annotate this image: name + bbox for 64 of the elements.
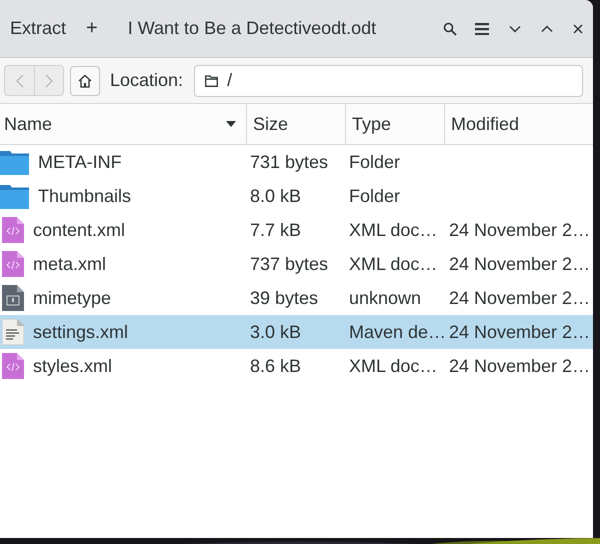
file-type: Folder <box>349 152 400 172</box>
column-label: Type <box>352 114 392 134</box>
file-name: mimetype <box>33 288 112 308</box>
file-name: Thumbnails <box>38 186 132 206</box>
file-size: 8.0 kB <box>250 186 302 206</box>
file-row[interactable]: settings.xml 3.0 kB Maven de… 24 November 2… <box>0 315 593 349</box>
column-header[interactable]: Size <box>247 104 346 144</box>
code-file-icon <box>2 217 24 243</box>
file-type: Maven de… <box>349 322 446 342</box>
file-row[interactable]: meta.xml 737 bytes XML doc… 24 November 2… <box>0 247 593 281</box>
file-name: meta.xml <box>33 254 106 274</box>
column-label: Size <box>253 114 288 134</box>
column-label: Name <box>4 114 52 134</box>
column-header[interactable]: Modified <box>445 104 593 144</box>
unknown-file-icon <box>2 285 24 311</box>
folder-icon <box>0 183 29 209</box>
modified-date: 24 November 2… <box>449 220 590 240</box>
maximize-icon[interactable] <box>541 24 553 32</box>
folder-icon <box>0 149 29 175</box>
file-row[interactable]: content.xml 7.7 kB XML doc… 24 November 2… <box>0 213 593 247</box>
file-row[interactable]: Thumbnails 8.0 kB Folder <box>0 179 593 213</box>
file-name: styles.xml <box>33 356 112 376</box>
text-file-icon <box>2 319 24 345</box>
file-size: 3.0 kB <box>250 322 302 342</box>
modified-date: 24 November 2… <box>449 356 590 376</box>
location-label: Location: <box>110 70 184 91</box>
window-title: I Want to Be a Detectiveodt.odt <box>128 18 376 39</box>
file-type: unknown <box>349 288 422 308</box>
home-icon <box>78 74 92 88</box>
file-size: 731 bytes <box>250 152 328 172</box>
file-type: XML doc… <box>349 220 438 240</box>
modified-date: 24 November 2… <box>449 254 590 274</box>
file-size: 8.6 kB <box>250 356 302 376</box>
file-size: 39 bytes <box>250 288 318 308</box>
file-name: content.xml <box>33 220 126 240</box>
file-size: 7.7 kB <box>250 220 302 240</box>
file-type: Folder <box>349 186 400 206</box>
file-row[interactable]: mimetype 39 bytes unknown 24 November 2… <box>0 281 593 315</box>
file-row[interactable]: META-INF 731 bytes Folder <box>0 145 593 179</box>
file-type: XML doc… <box>349 254 438 274</box>
menu-icon[interactable] <box>475 22 489 34</box>
extract-button[interactable]: Extract <box>10 14 66 43</box>
home-button[interactable] <box>70 66 100 96</box>
modified-date: 24 November 2… <box>449 322 590 342</box>
chevron-left-icon <box>16 74 24 88</box>
chevron-right-icon <box>45 74 53 88</box>
location-field[interactable]: / <box>194 64 583 96</box>
new-button[interactable]: + <box>86 13 98 44</box>
minimize-icon[interactable] <box>509 24 521 32</box>
file-type: XML doc… <box>349 356 438 376</box>
code-file-icon <box>2 353 24 379</box>
file-name: settings.xml <box>33 322 128 342</box>
column-header[interactable]: Name <box>0 104 247 144</box>
column-header[interactable]: Type <box>346 104 445 144</box>
file-name: META-INF <box>38 152 122 172</box>
close-icon[interactable] <box>573 24 583 34</box>
modified-date: 24 November 2… <box>449 288 590 308</box>
column-label: Modified <box>451 114 520 134</box>
file-row[interactable]: styles.xml 8.6 kB XML doc… 24 November 2… <box>0 349 593 383</box>
folder-icon <box>205 74 218 86</box>
code-file-icon <box>2 251 24 277</box>
sort-arrow-icon[interactable] <box>226 121 236 127</box>
search-icon[interactable] <box>443 22 457 36</box>
file-size: 737 bytes <box>250 254 328 274</box>
